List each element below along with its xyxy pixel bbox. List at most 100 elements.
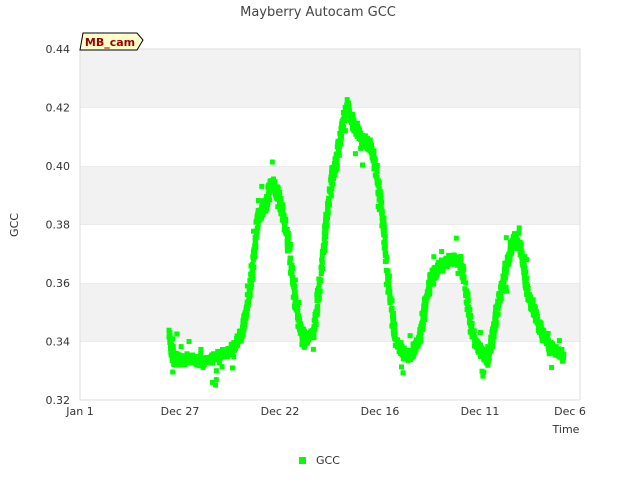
data-point	[463, 280, 469, 286]
data-point	[240, 326, 245, 332]
data-point	[509, 241, 515, 247]
data-point	[336, 148, 342, 154]
data-point	[408, 356, 413, 362]
data-point	[496, 291, 502, 297]
data-point	[230, 343, 236, 349]
x-tick-label: Dec 6	[554, 405, 586, 418]
data-point	[439, 249, 445, 254]
data-point	[329, 175, 335, 181]
data-point	[368, 149, 374, 155]
data-point	[348, 120, 354, 126]
x-axis-label: Time	[552, 423, 580, 436]
data-point	[243, 308, 249, 314]
data-point	[489, 340, 495, 346]
data-point	[316, 296, 322, 302]
y-tick-label: 0.40	[46, 160, 71, 173]
data-point	[392, 321, 398, 327]
data-point	[457, 261, 463, 267]
data-point	[384, 268, 390, 274]
data-point	[389, 305, 395, 311]
data-point	[440, 268, 446, 274]
y-axis-ticks: 0.320.340.360.380.400.420.44	[46, 43, 71, 407]
data-point	[347, 113, 353, 119]
data-point	[323, 231, 328, 237]
data-point	[241, 315, 247, 321]
data-point	[530, 309, 536, 315]
data-point	[477, 329, 483, 335]
data-point	[217, 352, 223, 358]
gcc-chart: 0.320.340.360.380.400.420.44 Jan 1 Dec 27…	[8, 5, 586, 467]
data-point	[315, 304, 321, 309]
x-tick-label: Dec 27	[161, 405, 200, 418]
data-point	[259, 201, 265, 207]
data-point	[418, 333, 424, 339]
data-point	[269, 179, 275, 185]
data-point	[374, 169, 380, 174]
data-point	[293, 299, 299, 305]
data-point	[319, 269, 325, 275]
data-point	[556, 338, 562, 344]
data-point	[352, 151, 358, 157]
data-point	[254, 214, 260, 220]
data-point	[521, 263, 527, 269]
data-point	[250, 264, 256, 269]
data-point	[212, 356, 218, 361]
data-point	[383, 258, 389, 264]
data-point	[329, 186, 335, 192]
data-point	[170, 336, 175, 342]
data-point	[337, 142, 343, 147]
data-point	[460, 270, 466, 276]
data-point	[252, 254, 258, 260]
y-tick-label: 0.36	[46, 277, 71, 290]
data-point	[333, 156, 339, 162]
data-point	[435, 263, 441, 269]
data-point	[169, 346, 175, 352]
data-point	[463, 299, 469, 305]
data-point	[416, 340, 422, 346]
x-tick-label: Dec 22	[261, 405, 300, 418]
data-point	[301, 334, 307, 340]
data-point	[252, 240, 258, 246]
data-point	[178, 344, 184, 350]
y-tick-label: 0.44	[46, 43, 71, 56]
data-point	[248, 272, 254, 278]
y-axis-label: GCC	[8, 213, 21, 237]
data-point	[407, 333, 413, 339]
grid-band	[80, 341, 580, 400]
chart-title: Mayberry Autocam GCC	[240, 5, 396, 20]
data-point	[293, 295, 299, 301]
grid-bands	[80, 48, 580, 400]
data-point	[278, 208, 284, 214]
grid-band	[80, 107, 580, 166]
data-point	[173, 359, 179, 365]
data-point	[503, 235, 509, 241]
data-point	[194, 356, 200, 362]
data-point	[259, 183, 265, 189]
data-point	[422, 307, 428, 312]
data-point	[479, 368, 485, 374]
data-point	[202, 358, 208, 364]
x-tick-label: Jan 1	[65, 405, 93, 418]
data-point	[469, 326, 474, 332]
data-point	[518, 246, 524, 252]
data-point	[225, 353, 231, 359]
data-point	[337, 134, 343, 140]
data-point	[252, 246, 258, 252]
data-point	[170, 369, 176, 375]
legend-label: GCC	[316, 454, 340, 467]
x-axis-ticks: Jan 1 Dec 27 Dec 22 Dec 16 Dec 11 Dec 6	[65, 405, 586, 418]
data-point	[313, 319, 319, 325]
data-point	[341, 111, 347, 117]
data-point	[289, 271, 295, 277]
data-point	[310, 346, 316, 352]
legend: GCC	[299, 454, 340, 467]
data-point	[387, 300, 393, 305]
data-point	[379, 218, 385, 224]
data-point	[269, 159, 275, 165]
data-point	[352, 125, 358, 131]
data-point	[295, 313, 301, 319]
data-point	[421, 316, 427, 322]
data-point	[295, 308, 301, 314]
data-point	[546, 351, 552, 357]
data-point	[308, 333, 314, 339]
